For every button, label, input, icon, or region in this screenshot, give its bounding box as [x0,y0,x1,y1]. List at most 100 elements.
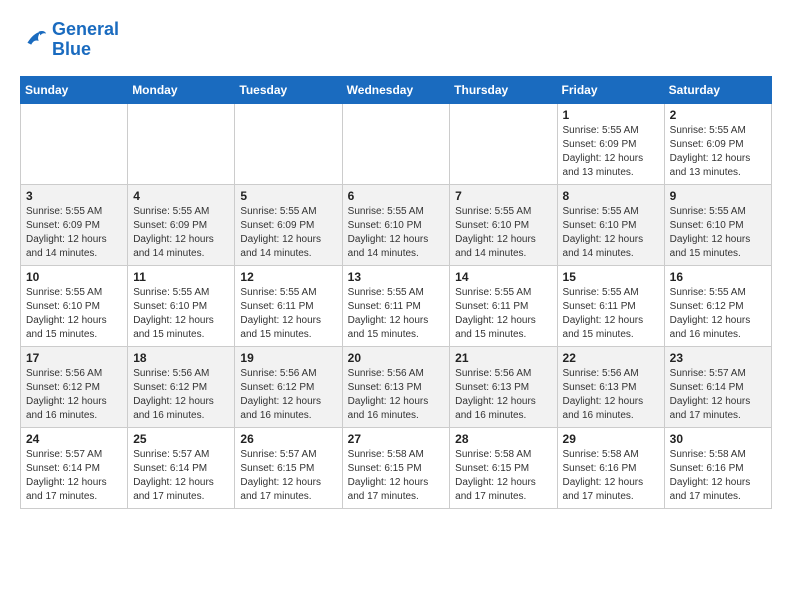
day-number: 19 [240,351,336,365]
day-number: 3 [26,189,122,203]
weekday-header-wednesday: Wednesday [342,76,450,103]
calendar-cell: 19 Sunrise: 5:56 AMSunset: 6:12 PMDayligh… [235,346,342,427]
weekday-header-monday: Monday [128,76,235,103]
calendar-cell: 15 Sunrise: 5:55 AMSunset: 6:11 PMDayligh… [557,265,664,346]
calendar-cell: 24 Sunrise: 5:57 AMSunset: 6:14 PMDayligh… [21,427,128,508]
day-info: Sunrise: 5:58 AMSunset: 6:15 PMDaylight:… [348,448,445,504]
day-number: 30 [670,432,766,446]
day-number: 23 [670,351,766,365]
day-info: Sunrise: 5:56 AMSunset: 6:12 PMDaylight:… [26,367,122,423]
day-info: Sunrise: 5:56 AMSunset: 6:12 PMDaylight:… [133,367,229,423]
day-number: 28 [455,432,551,446]
day-number: 16 [670,270,766,284]
day-info: Sunrise: 5:57 AMSunset: 6:14 PMDaylight:… [26,448,122,504]
calendar-cell: 11 Sunrise: 5:55 AMSunset: 6:10 PMDayligh… [128,265,235,346]
calendar-cell: 26Sunrise: 5:57 AMSunset: 6:15 PMDayligh… [235,427,342,508]
day-info: Sunrise: 5:55 AMSunset: 6:09 PMDaylight:… [26,205,122,261]
day-info: Sunrise: 5:58 AMSunset: 6:15 PMDaylight:… [455,448,551,504]
calendar-cell: 4Sunrise: 5:55 AMSunset: 6:09 PMDaylight… [128,184,235,265]
calendar-body: 1 Sunrise: 5:55 AMSunset: 6:09 PMDaylight… [21,103,772,508]
day-info: Sunrise: 5:55 AMSunset: 6:09 PMDaylight:… [240,205,336,261]
calendar-cell: 22Sunrise: 5:56 AMSunset: 6:13 PMDayligh… [557,346,664,427]
calendar-week-4: 17 Sunrise: 5:56 AMSunset: 6:12 PMDayligh… [21,346,772,427]
day-number: 5 [240,189,336,203]
day-info: Sunrise: 5:55 AMSunset: 6:11 PMDaylight:… [455,286,551,342]
day-number: 8 [563,189,659,203]
logo: General Blue [20,20,119,60]
weekday-header-friday: Friday [557,76,664,103]
calendar-cell: 6 Sunrise: 5:55 AMSunset: 6:10 PMDaylight… [342,184,450,265]
weekday-header-thursday: Thursday [450,76,557,103]
calendar-cell: 9Sunrise: 5:55 AMSunset: 6:10 PMDaylight… [664,184,771,265]
day-info: Sunrise: 5:55 AMSunset: 6:09 PMDaylight:… [563,124,659,180]
day-number: 14 [455,270,551,284]
day-number: 27 [348,432,445,446]
day-number: 17 [26,351,122,365]
day-number: 9 [670,189,766,203]
day-number: 29 [563,432,659,446]
page-header: General Blue [20,20,772,60]
calendar-cell: 5 Sunrise: 5:55 AMSunset: 6:09 PMDaylight… [235,184,342,265]
day-number: 13 [348,270,445,284]
calendar-cell: 7Sunrise: 5:55 AMSunset: 6:10 PMDaylight… [450,184,557,265]
day-info: Sunrise: 5:55 AMSunset: 6:10 PMDaylight:… [26,286,122,342]
calendar-week-2: 3 Sunrise: 5:55 AMSunset: 6:09 PMDaylight… [21,184,772,265]
calendar-week-3: 10Sunrise: 5:55 AMSunset: 6:10 PMDayligh… [21,265,772,346]
calendar-cell: 28 Sunrise: 5:58 AMSunset: 6:15 PMDayligh… [450,427,557,508]
calendar-cell: 2 Sunrise: 5:55 AMSunset: 6:09 PMDaylight… [664,103,771,184]
day-info: Sunrise: 5:55 AMSunset: 6:10 PMDaylight:… [133,286,229,342]
day-info: Sunrise: 5:55 AMSunset: 6:10 PMDaylight:… [348,205,445,261]
calendar-cell: 30 Sunrise: 5:58 AMSunset: 6:16 PMDayligh… [664,427,771,508]
day-number: 12 [240,270,336,284]
calendar-cell: 1 Sunrise: 5:55 AMSunset: 6:09 PMDaylight… [557,103,664,184]
calendar-cell: 18 Sunrise: 5:56 AMSunset: 6:12 PMDayligh… [128,346,235,427]
day-number: 7 [455,189,551,203]
day-number: 25 [133,432,229,446]
day-info: Sunrise: 5:55 AMSunset: 6:11 PMDaylight:… [348,286,445,342]
calendar-table: SundayMondayTuesdayWednesdayThursdayFrid… [20,76,772,509]
calendar-week-1: 1 Sunrise: 5:55 AMSunset: 6:09 PMDaylight… [21,103,772,184]
day-number: 26 [240,432,336,446]
day-number: 21 [455,351,551,365]
day-info: Sunrise: 5:57 AMSunset: 6:14 PMDaylight:… [133,448,229,504]
day-info: Sunrise: 5:55 AMSunset: 6:12 PMDaylight:… [670,286,766,342]
calendar-cell: 14 Sunrise: 5:55 AMSunset: 6:11 PMDayligh… [450,265,557,346]
day-number: 22 [563,351,659,365]
calendar-cell: 16 Sunrise: 5:55 AMSunset: 6:12 PMDayligh… [664,265,771,346]
day-number: 11 [133,270,229,284]
calendar-header: SundayMondayTuesdayWednesdayThursdayFrid… [21,76,772,103]
day-info: Sunrise: 5:55 AMSunset: 6:09 PMDaylight:… [670,124,766,180]
day-info: Sunrise: 5:58 AMSunset: 6:16 PMDaylight:… [563,448,659,504]
day-info: Sunrise: 5:56 AMSunset: 6:13 PMDaylight:… [455,367,551,423]
weekday-header-saturday: Saturday [664,76,771,103]
logo-text: General Blue [52,20,119,60]
day-number: 1 [563,108,659,122]
calendar-cell: 3 Sunrise: 5:55 AMSunset: 6:09 PMDaylight… [21,184,128,265]
calendar-cell: 10Sunrise: 5:55 AMSunset: 6:10 PMDayligh… [21,265,128,346]
calendar-cell: 21 Sunrise: 5:56 AMSunset: 6:13 PMDayligh… [450,346,557,427]
calendar-cell [235,103,342,184]
day-info: Sunrise: 5:55 AMSunset: 6:09 PMDaylight:… [133,205,229,261]
day-number: 15 [563,270,659,284]
calendar-cell: 23 Sunrise: 5:57 AMSunset: 6:14 PMDayligh… [664,346,771,427]
day-number: 18 [133,351,229,365]
calendar-cell: 25 Sunrise: 5:57 AMSunset: 6:14 PMDayligh… [128,427,235,508]
calendar-cell: 27 Sunrise: 5:58 AMSunset: 6:15 PMDayligh… [342,427,450,508]
calendar-cell [342,103,450,184]
day-number: 20 [348,351,445,365]
day-info: Sunrise: 5:55 AMSunset: 6:10 PMDaylight:… [563,205,659,261]
day-info: Sunrise: 5:58 AMSunset: 6:16 PMDaylight:… [670,448,766,504]
day-number: 24 [26,432,122,446]
weekday-header-sunday: Sunday [21,76,128,103]
day-number: 2 [670,108,766,122]
day-info: Sunrise: 5:56 AMSunset: 6:13 PMDaylight:… [348,367,445,423]
calendar-week-5: 24 Sunrise: 5:57 AMSunset: 6:14 PMDayligh… [21,427,772,508]
day-number: 6 [348,189,445,203]
day-info: Sunrise: 5:56 AMSunset: 6:12 PMDaylight:… [240,367,336,423]
calendar-cell: 17 Sunrise: 5:56 AMSunset: 6:12 PMDayligh… [21,346,128,427]
day-info: Sunrise: 5:55 AMSunset: 6:11 PMDaylight:… [563,286,659,342]
day-info: Sunrise: 5:57 AMSunset: 6:14 PMDaylight:… [670,367,766,423]
calendar-cell: 12Sunrise: 5:55 AMSunset: 6:11 PMDayligh… [235,265,342,346]
calendar-cell [128,103,235,184]
calendar-cell [21,103,128,184]
